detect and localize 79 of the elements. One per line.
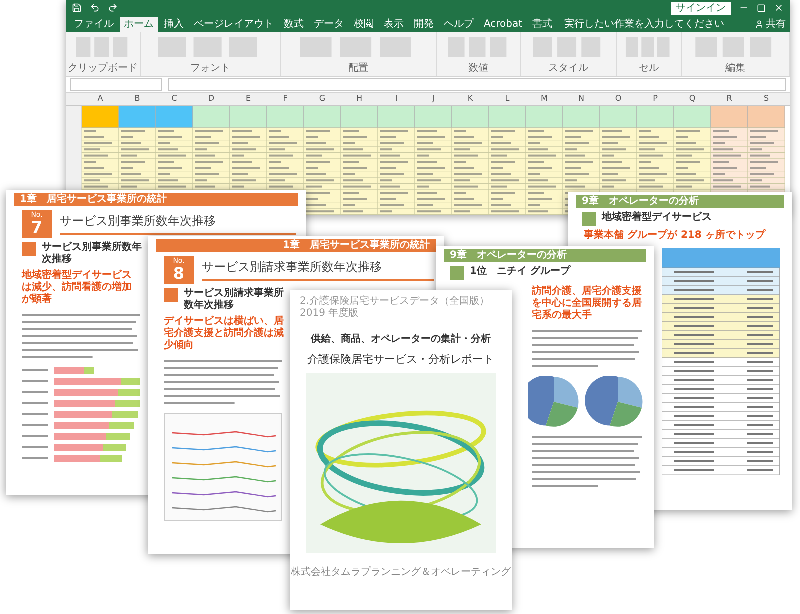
ribbon-group-label: スタイル xyxy=(548,62,589,75)
category-label-line xyxy=(22,435,48,438)
section-marker xyxy=(582,212,596,226)
category-label-line xyxy=(22,457,48,460)
column-header[interactable]: R xyxy=(711,92,748,105)
series-label: 2.介護保険居宅サービスデータ（全国版） 2019 年度版 xyxy=(300,296,491,320)
cover-title: 介護保険居宅サービス・分析レポート xyxy=(306,352,496,367)
category-label-line xyxy=(22,424,48,426)
ribbon-tab[interactable]: 書式 xyxy=(528,16,557,32)
headline: 地域密着型デイサービスは減少、訪問看護の増加が顕著 xyxy=(22,270,133,306)
ribbon-tab[interactable]: ページレイアウト xyxy=(190,16,278,32)
column-header[interactable]: O xyxy=(600,92,637,105)
page-title: サービス別請求事業所数年次推移 xyxy=(202,259,434,281)
formula-bar[interactable] xyxy=(168,78,786,91)
category-label-line xyxy=(22,413,48,416)
column-header[interactable]: P xyxy=(637,92,674,105)
section-marker xyxy=(450,266,464,280)
headline: デイサービスは横ばい、居宅介護支援と訪問介護は減少傾向 xyxy=(164,316,284,352)
save-icon[interactable] xyxy=(72,3,82,14)
column-header[interactable]: M xyxy=(526,92,563,105)
column-header[interactable]: B xyxy=(119,92,156,105)
undo-icon[interactable] xyxy=(90,3,100,14)
ribbon-tab[interactable]: 挿入 xyxy=(160,16,188,32)
column-header[interactable]: C xyxy=(156,92,193,105)
section-heading: サービス別請求事業所数年次推移 xyxy=(184,288,284,312)
ribbon-tab[interactable]: 表示 xyxy=(380,16,408,32)
ribbon-group-label: クリップボード xyxy=(68,62,138,75)
name-box[interactable] xyxy=(70,78,162,91)
ribbon-tab[interactable]: 開発 xyxy=(410,16,438,32)
category-label-line xyxy=(22,391,48,394)
column-header[interactable]: G xyxy=(304,92,341,105)
ribbon-tab[interactable]: ヘルプ xyxy=(440,16,478,32)
column-header[interactable]: N xyxy=(563,92,600,105)
cover-subtitle: 供給、商品、オペレーターの集計・分析 xyxy=(310,332,492,346)
chapter-header: 1章 居宅サービス事業所の統計 xyxy=(14,193,298,206)
close-icon[interactable] xyxy=(774,3,784,14)
chapter-header: 9章 オペレーターの分析 xyxy=(444,249,646,262)
ribbon-group-label: フォント xyxy=(190,62,230,75)
ribbon-tab[interactable]: Acrobat xyxy=(480,16,527,32)
chapter-header: 1章 居宅サービス事業所の統計 xyxy=(156,239,436,252)
headline: 訪問介護、居宅介護支援を中心に全国展開する居宅系の最大手 xyxy=(532,286,642,322)
share-button[interactable]: 共有 xyxy=(755,16,786,32)
ribbon-tab[interactable]: 数式 xyxy=(280,16,308,32)
redo-icon[interactable] xyxy=(108,3,118,14)
user-icon xyxy=(755,20,764,29)
ribbon-group-label: 配置 xyxy=(348,62,368,75)
ribbon-group-label: 数値 xyxy=(468,62,488,75)
column-header[interactable]: E xyxy=(230,92,267,105)
column-header[interactable]: Q xyxy=(674,92,711,105)
ribbon-group-label: セル xyxy=(639,62,660,75)
column-header[interactable]: L xyxy=(489,92,526,105)
ribbon-group-label: 編集 xyxy=(725,62,746,75)
sign-in-button[interactable]: サインイン xyxy=(671,2,731,15)
ribbon-tab[interactable]: 校閲 xyxy=(350,16,378,32)
headline: 事業本舗 グループが 218 ヶ所でトップ xyxy=(584,230,767,242)
category-label-line xyxy=(22,369,48,372)
section-heading: サービス別事業所数年次推移 xyxy=(42,242,143,266)
column-header[interactable]: I xyxy=(378,92,415,105)
column-header[interactable]: K xyxy=(452,92,489,105)
maximize-icon[interactable] xyxy=(757,4,766,13)
section-heading: 1位 ニチイ グループ xyxy=(470,266,570,278)
column-header[interactable]: A xyxy=(82,92,119,105)
column-header[interactable]: H xyxy=(341,92,378,105)
category-label-line xyxy=(22,402,48,404)
column-header[interactable]: J xyxy=(415,92,452,105)
section-heading: 地域密着型デイサービス xyxy=(602,212,712,224)
column-header[interactable]: S xyxy=(748,92,785,105)
ribbon-tab[interactable]: ホーム xyxy=(120,16,158,32)
section-marker xyxy=(164,288,178,302)
publisher-name: 株式会社タムラプランニング＆オペレーティング xyxy=(290,566,512,579)
section-marker xyxy=(22,242,36,256)
ribbon-tab[interactable]: データ xyxy=(310,16,348,32)
chapter-header: 9章 オペレーターの分析 xyxy=(576,195,784,208)
ribbon-tab[interactable]: ファイル xyxy=(70,16,118,32)
column-header[interactable]: F xyxy=(267,92,304,105)
tell-me-field[interactable]: 実行したい作業を入力してください xyxy=(564,16,725,32)
category-label-line xyxy=(22,380,48,382)
category-label-line xyxy=(22,446,48,448)
column-header[interactable]: D xyxy=(193,92,230,105)
